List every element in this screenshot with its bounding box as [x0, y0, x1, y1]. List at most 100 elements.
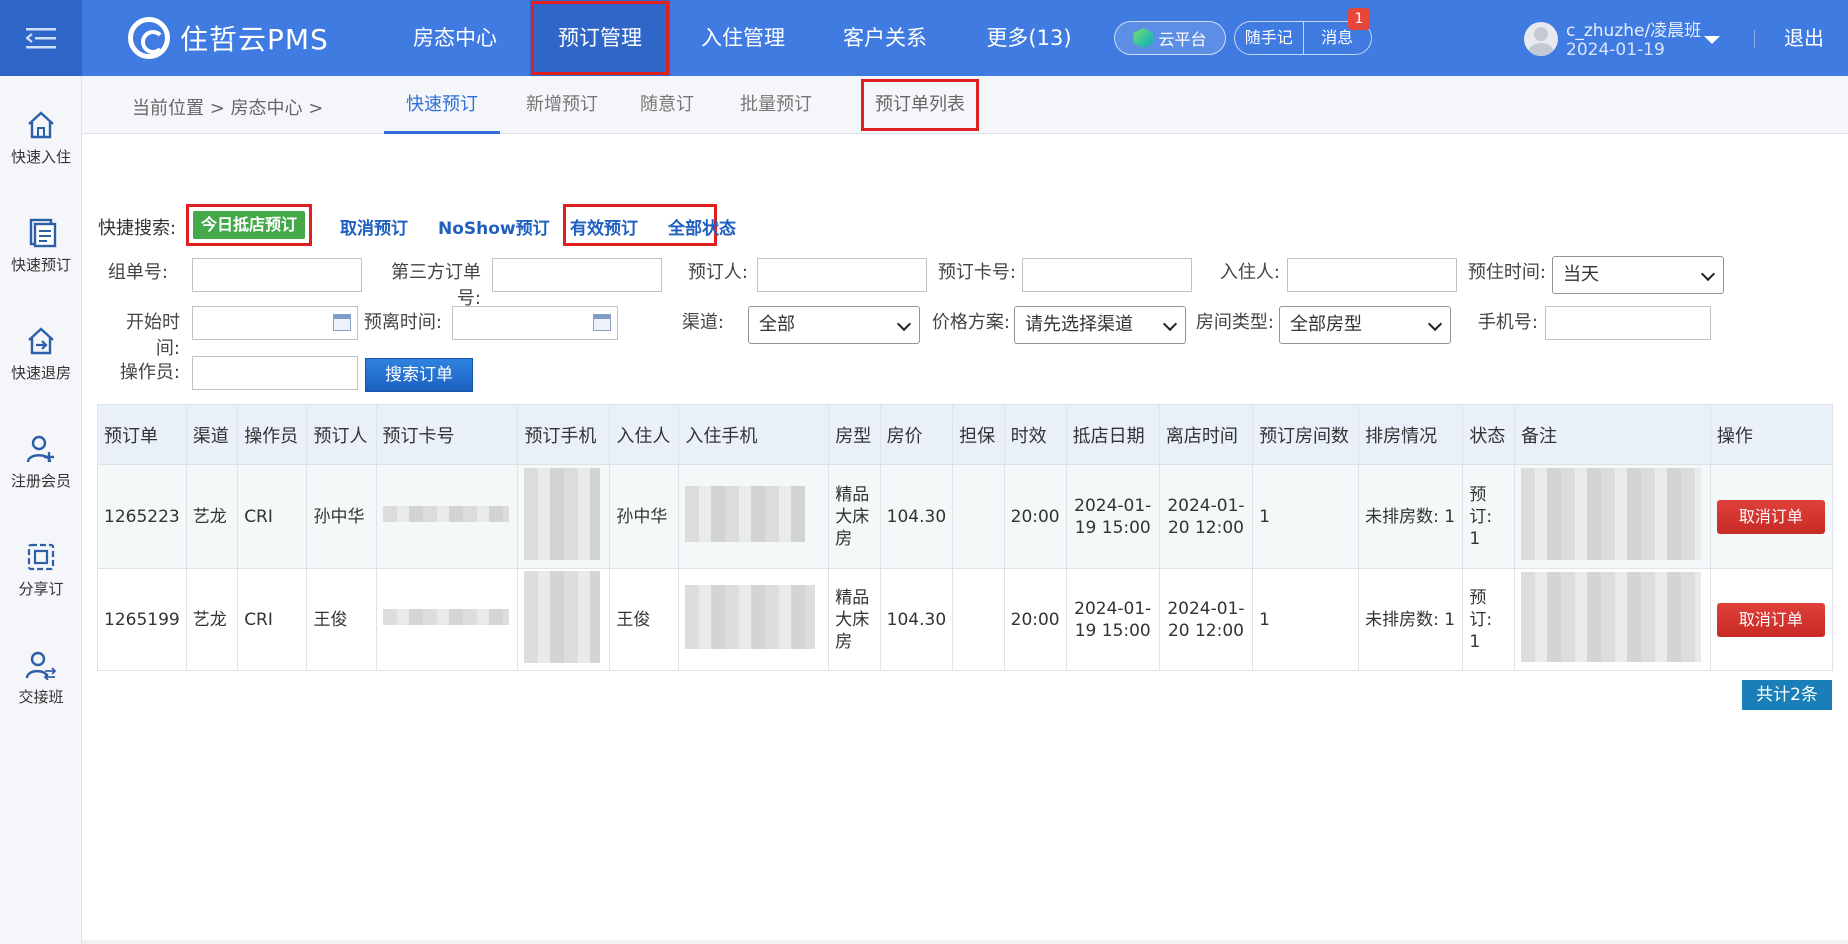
col-order[interactable]: 预订单 [97, 404, 187, 465]
operator-label: 操作员: [119, 362, 180, 383]
quick-search-label: 快捷搜索: [98, 218, 177, 239]
cell-status: 预订: 1 [1462, 464, 1515, 569]
share-icon [27, 543, 55, 571]
tab-reserve-list[interactable]: 预订单列表 [858, 76, 982, 134]
col-card-no[interactable]: 预订卡号 [375, 404, 519, 465]
sub-navigation: 当前位置 > 房态中心 > 快速预订 新增预订 随意订 批量预订 预订单列表 [82, 76, 1848, 134]
leave-time-label: 预离时间: [363, 312, 442, 333]
calendar-icon[interactable] [333, 314, 351, 331]
avatar[interactable] [1524, 22, 1558, 56]
stay-time-label: 预住时间: [1467, 262, 1546, 283]
col-booker[interactable]: 预订人 [306, 404, 377, 465]
group-no-input[interactable] [192, 258, 362, 292]
col-guarantee[interactable]: 担保 [952, 404, 1005, 465]
logo: 住哲云PMS [128, 16, 329, 60]
col-rooms[interactable]: 预订房间数 [1252, 404, 1360, 465]
logout-button[interactable]: 退出 [1784, 0, 1824, 76]
cell-remark-redacted [1514, 464, 1711, 569]
cell-action: 取消订单 [1709, 464, 1834, 569]
cell-rooms: 1 [1252, 568, 1360, 671]
search-orders-button[interactable]: 搜索订单 [365, 358, 473, 392]
booker-input[interactable] [757, 258, 927, 292]
col-booker-phone[interactable]: 预订手机 [517, 404, 611, 465]
quick-today-button[interactable]: 今日抵店预订 [193, 211, 305, 239]
col-arrive[interactable]: 抵店日期 [1065, 404, 1160, 465]
nav-room-status[interactable]: 房态中心 [390, 0, 520, 76]
cell-booker-phone-redacted [517, 568, 611, 671]
phone-label: 手机号: [1477, 312, 1538, 333]
nav-customer[interactable]: 客户关系 [820, 0, 950, 76]
col-room-type[interactable]: 房型 [828, 404, 881, 465]
start-time-label: 开始时间: [126, 312, 180, 359]
nav-checkin[interactable]: 入住管理 [678, 0, 808, 76]
col-remark[interactable]: 备注 [1514, 404, 1711, 465]
col-timing[interactable]: 时效 [1003, 404, 1067, 465]
cell-booker: 孙中华 [306, 464, 377, 569]
sidebar-item-register-member[interactable]: 注册会员 [0, 434, 82, 491]
logo-icon [128, 17, 170, 59]
stay-time-select[interactable]: 当天 [1552, 256, 1724, 294]
main-content: 快捷搜索: 今日抵店预订 取消预订 NoShow预订 有效预订 全部状态 组单号… [82, 134, 1848, 940]
calendar-icon[interactable] [593, 314, 611, 331]
cell-booker: 王俊 [306, 568, 377, 671]
cell-operator: CRI [237, 568, 308, 671]
cell-card-no-redacted [375, 568, 519, 671]
cloud-platform-button[interactable]: 云平台 [1114, 21, 1226, 55]
house-exit-icon [28, 327, 54, 355]
quick-valid-link[interactable]: 有效预订 [570, 214, 638, 239]
col-price[interactable]: 房价 [879, 404, 954, 465]
quick-today-highlight: 今日抵店预订 [186, 204, 312, 246]
cell-guest-phone-redacted [678, 464, 830, 569]
group-no-label: 组单号: [107, 262, 168, 283]
notes-button[interactable]: 随手记 [1235, 22, 1304, 54]
tab-quick-reserve[interactable]: 快速预订 [384, 76, 500, 134]
cell-timing: 20:00 [1003, 568, 1067, 671]
third-party-no-label: 第三方订单号: [391, 262, 481, 309]
col-guest[interactable]: 入住人 [609, 404, 680, 465]
sidebar-item-quick-checkout[interactable]: 快速退房 [0, 326, 82, 383]
chevron-down-icon[interactable] [1704, 36, 1720, 44]
cell-order-id: 1265199 [97, 568, 187, 671]
col-status[interactable]: 状态 [1462, 404, 1515, 465]
guest-input[interactable] [1287, 258, 1457, 292]
col-operator[interactable]: 操作员 [237, 404, 308, 465]
user-swap-icon [25, 651, 57, 680]
col-channel[interactable]: 渠道 [185, 404, 239, 465]
cancel-order-button[interactable]: 取消订单 [1716, 602, 1825, 637]
quick-cancelled-link[interactable]: 取消预订 [340, 214, 408, 239]
sidebar-item-quick-reserve[interactable]: 快速预订 [0, 218, 82, 275]
card-no-label: 预订卡号: [937, 262, 1016, 283]
col-assign[interactable]: 排房情况 [1358, 404, 1464, 465]
quick-all-status-link[interactable]: 全部状态 [668, 214, 736, 239]
tab-batch-reserve[interactable]: 批量预订 [726, 76, 826, 134]
room-type-select[interactable]: 全部房型 [1279, 306, 1451, 344]
sidebar-item-share-booking[interactable]: 分享订 [0, 542, 82, 599]
price-plan-select[interactable]: 请先选择渠道 [1014, 306, 1186, 344]
col-guest-phone[interactable]: 入住手机 [678, 404, 830, 465]
menu-toggle-button[interactable] [0, 0, 82, 76]
cell-channel: 艺龙 [185, 568, 239, 671]
operator-input[interactable] [192, 356, 358, 390]
third-party-no-input[interactable] [492, 258, 662, 292]
card-no-input[interactable] [1022, 258, 1192, 292]
table-row[interactable]: 1265223 艺龙 CRI 孙中华 孙中华 精品大床房 104.30 20:0… [97, 464, 1834, 569]
user-add-icon [26, 435, 54, 463]
table-row[interactable]: 1265199 艺龙 CRI 王俊 王俊 精品大床房 104.30 20:00 … [97, 568, 1834, 671]
leave-time-input[interactable] [452, 306, 618, 340]
col-leave[interactable]: 离店时间 [1158, 404, 1254, 465]
cancel-order-button[interactable]: 取消订单 [1716, 499, 1825, 534]
start-time-input[interactable] [192, 306, 358, 340]
nav-more[interactable]: 更多(13) [964, 0, 1094, 76]
cell-card-no-redacted [375, 464, 519, 569]
phone-input[interactable] [1545, 306, 1711, 340]
quick-noshow-link[interactable]: NoShow预订 [438, 214, 550, 239]
channel-select[interactable]: 全部 [748, 306, 920, 344]
sidebar-item-shift-handover[interactable]: 交接班 [0, 650, 82, 707]
sidebar-item-quick-checkin[interactable]: 快速入住 [0, 110, 82, 167]
cell-room-type: 精品大床房 [828, 568, 881, 671]
user-name[interactable]: c_zhuzhe/凌晨班 [1566, 16, 1701, 41]
tab-casual-reserve[interactable]: 随意订 [622, 76, 712, 134]
cell-channel: 艺龙 [185, 464, 239, 569]
nav-reservation[interactable]: 预订管理 [530, 0, 670, 76]
tab-new-reserve[interactable]: 新增预订 [512, 76, 612, 134]
